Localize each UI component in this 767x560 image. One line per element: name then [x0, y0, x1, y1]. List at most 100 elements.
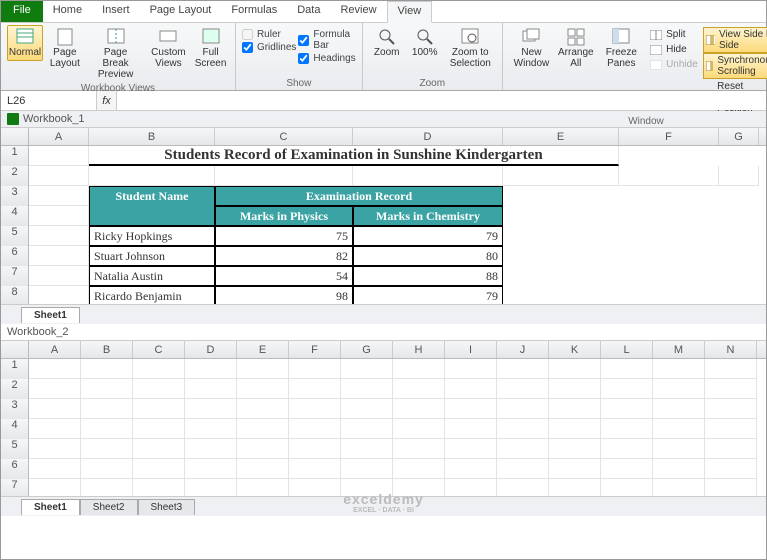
chemistry-marks-cell[interactable]: 79	[353, 286, 503, 304]
cell[interactable]	[237, 439, 289, 459]
cell[interactable]	[601, 399, 653, 419]
cell[interactable]	[29, 206, 89, 226]
col-header[interactable]: A	[29, 341, 81, 358]
cell[interactable]	[503, 166, 619, 186]
tab-insert[interactable]: Insert	[92, 1, 140, 22]
physics-marks-cell[interactable]: 98	[215, 286, 353, 304]
cell[interactable]	[341, 359, 393, 379]
row-header[interactable]: 5	[1, 226, 29, 246]
cell[interactable]	[289, 359, 341, 379]
cell[interactable]	[133, 399, 185, 419]
col-header[interactable]: D	[353, 128, 503, 145]
cell[interactable]	[341, 459, 393, 479]
cell[interactable]	[237, 399, 289, 419]
cell[interactable]	[549, 379, 601, 399]
cell[interactable]	[29, 379, 81, 399]
col-header[interactable]: F	[289, 341, 341, 358]
cell[interactable]	[81, 399, 133, 419]
hide-button[interactable]: Hide	[647, 42, 701, 57]
tab-formulas[interactable]: Formulas	[221, 1, 287, 22]
cell[interactable]	[289, 459, 341, 479]
formula-input[interactable]	[117, 91, 766, 110]
cell[interactable]	[549, 419, 601, 439]
tab-home[interactable]: Home	[43, 1, 92, 22]
cell[interactable]	[29, 226, 89, 246]
new-window-button[interactable]: New Window	[509, 25, 554, 72]
chemistry-marks-cell[interactable]: 80	[353, 246, 503, 266]
zoom-button[interactable]: Zoom	[369, 25, 405, 61]
cell[interactable]	[29, 166, 89, 186]
tab-data[interactable]: Data	[287, 1, 330, 22]
cell[interactable]	[133, 419, 185, 439]
student-name-cell[interactable]: Stuart Johnson	[89, 246, 215, 266]
cell[interactable]	[705, 399, 757, 419]
cell[interactable]	[497, 479, 549, 496]
cell[interactable]	[601, 439, 653, 459]
chemistry-marks-cell[interactable]: 79	[353, 226, 503, 246]
physics-marks-cell[interactable]: 75	[215, 226, 353, 246]
zoom-selection-button[interactable]: Zoom to Selection	[445, 25, 496, 72]
cell[interactable]	[393, 419, 445, 439]
cell[interactable]	[133, 359, 185, 379]
cell[interactable]	[705, 379, 757, 399]
cell[interactable]	[185, 379, 237, 399]
select-all-corner[interactable]	[1, 341, 29, 358]
cell[interactable]	[237, 359, 289, 379]
cell[interactable]	[289, 399, 341, 419]
col-header[interactable]: K	[549, 341, 601, 358]
cell[interactable]	[705, 459, 757, 479]
cell[interactable]	[29, 419, 81, 439]
cell[interactable]	[497, 359, 549, 379]
cell[interactable]	[445, 379, 497, 399]
student-name-cell[interactable]: Ricardo Benjamin	[89, 286, 215, 304]
cell[interactable]	[289, 479, 341, 496]
custom-views-button[interactable]: Custom Views	[147, 25, 191, 72]
physics-marks-cell[interactable]: 54	[215, 266, 353, 286]
cell[interactable]	[549, 439, 601, 459]
row-header[interactable]: 7	[1, 266, 29, 286]
tab-review[interactable]: Review	[330, 1, 386, 22]
fx-button[interactable]: fx	[97, 91, 117, 110]
col-header[interactable]: E	[503, 128, 619, 145]
cell[interactable]	[705, 439, 757, 459]
col-header[interactable]: E	[237, 341, 289, 358]
cell[interactable]	[185, 439, 237, 459]
tab-file[interactable]: File	[1, 1, 43, 22]
cell[interactable]	[215, 166, 353, 186]
cell[interactable]	[601, 479, 653, 496]
col-header[interactable]: G	[341, 341, 393, 358]
cell[interactable]	[341, 399, 393, 419]
sheet-title-cell[interactable]: Students Record of Examination in Sunshi…	[89, 146, 619, 166]
cell[interactable]	[497, 379, 549, 399]
name-box[interactable]: L26	[1, 91, 97, 110]
row-header[interactable]: 7	[1, 479, 29, 496]
cell[interactable]	[653, 399, 705, 419]
col-header[interactable]: D	[185, 341, 237, 358]
col-header[interactable]: F	[619, 128, 719, 145]
row-header[interactable]: 4	[1, 206, 29, 226]
cell[interactable]	[133, 459, 185, 479]
cell[interactable]	[29, 246, 89, 266]
physics-marks-cell[interactable]: 82	[215, 246, 353, 266]
cell[interactable]	[81, 439, 133, 459]
col-header[interactable]: G	[719, 128, 759, 145]
cell[interactable]	[29, 459, 81, 479]
cell[interactable]	[445, 479, 497, 496]
synchronous-scrolling-button[interactable]: Synchronous Scrolling	[703, 53, 767, 79]
row-header[interactable]: 3	[1, 399, 29, 419]
cell[interactable]	[549, 399, 601, 419]
col-header[interactable]: B	[81, 341, 133, 358]
col-header[interactable]: J	[497, 341, 549, 358]
cell[interactable]	[185, 419, 237, 439]
tab-page-layout[interactable]: Page Layout	[140, 1, 222, 22]
student-name-cell[interactable]: Ricky Hopkings	[89, 226, 215, 246]
formula-bar-checkbox[interactable]: Formula Bar	[298, 29, 355, 51]
cell[interactable]	[133, 439, 185, 459]
col-header[interactable]: C	[215, 128, 353, 145]
cell[interactable]	[393, 439, 445, 459]
cell[interactable]	[653, 359, 705, 379]
cell[interactable]	[549, 479, 601, 496]
cell[interactable]	[89, 166, 215, 186]
cell[interactable]	[393, 379, 445, 399]
ruler-checkbox[interactable]: Ruler	[242, 29, 296, 40]
